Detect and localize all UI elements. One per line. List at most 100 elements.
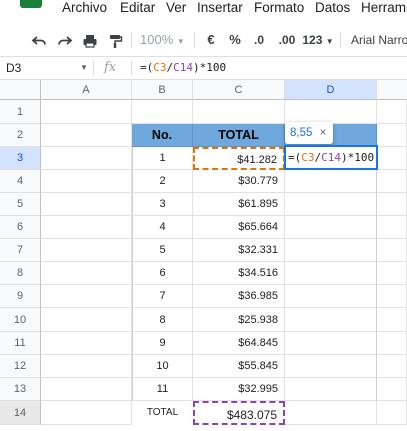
row-header-8[interactable]: 8 [0,262,41,285]
cell-c10[interactable]: $25.938 [193,308,285,332]
cell-a2[interactable] [41,124,132,147]
cell-b10[interactable]: 8 [132,308,193,332]
cell-a1[interactable] [41,100,132,124]
menu-ver[interactable]: Ver [166,0,186,15]
cell-e8[interactable] [377,262,407,285]
select-all-corner[interactable] [0,80,41,100]
row-header-10[interactable]: 10 [0,308,41,332]
menu-editar[interactable]: Editar [120,0,155,15]
row-header-6[interactable]: 6 [0,216,41,239]
cell-b5[interactable]: 3 [132,193,193,216]
cell-a3[interactable] [41,147,132,170]
cell-e2[interactable] [377,124,407,147]
cell-d6[interactable] [285,216,377,239]
cell-e4[interactable] [377,170,407,193]
cell-a9[interactable] [41,285,132,308]
cell-e1[interactable] [377,100,407,124]
cell-a4[interactable] [41,170,132,193]
cell-c3[interactable]: $41.282 [193,147,285,170]
menu-formato[interactable]: Formato [254,0,304,15]
row-header-2[interactable]: 2 [0,124,41,147]
cell-c8[interactable]: $34.516 [193,262,285,285]
row-header-3[interactable]: 3 [0,147,41,170]
menu-insertar[interactable]: Insertar [197,0,243,15]
cell-e10[interactable] [377,308,407,332]
cell-e5[interactable] [377,193,407,216]
cell-a14[interactable] [41,401,132,425]
row-header-5[interactable]: 5 [0,193,41,216]
cell-e14[interactable] [377,401,407,425]
cell-e7[interactable] [377,239,407,262]
cell-a13[interactable] [41,378,132,401]
cell-c7[interactable]: $32.331 [193,239,285,262]
cell-e11[interactable] [377,332,407,355]
cell-e9[interactable] [377,285,407,308]
zoom-select[interactable]: 100% ▼ [140,24,185,56]
print-icon[interactable] [79,24,101,56]
name-box[interactable]: D3 ▼ [0,57,92,79]
cell-c6[interactable]: $65.664 [193,216,285,239]
row-header-11[interactable]: 11 [0,332,41,355]
cell-b14[interactable]: TOTAL [132,401,193,425]
cell-d14[interactable] [285,401,377,425]
menu-datos[interactable]: Datos [315,0,350,15]
cell-d1[interactable] [285,100,377,124]
currency-button[interactable]: € [203,24,219,56]
cell-e13[interactable] [377,378,407,401]
cell-a8[interactable] [41,262,132,285]
cell-d10[interactable] [285,308,377,332]
cell-a10[interactable] [41,308,132,332]
cell-a7[interactable] [41,239,132,262]
cell-b6[interactable]: 4 [132,216,193,239]
row-header-1[interactable]: 1 [0,100,41,124]
cell-d13[interactable] [285,378,377,401]
cell-c4[interactable]: $30.779 [193,170,285,193]
cell-b9[interactable]: 7 [132,285,193,308]
cell-a6[interactable] [41,216,132,239]
increase-decimals-button[interactable]: .00 [275,24,299,56]
cell-b8[interactable]: 6 [132,262,193,285]
cell-b12[interactable]: 10 [132,355,193,378]
paint-format-icon[interactable] [104,24,126,56]
cell-c9[interactable]: $36.985 [193,285,285,308]
cell-c14[interactable]: $483.075 [193,401,285,425]
cell-d5[interactable] [285,193,377,216]
row-header-4[interactable]: 4 [0,170,41,193]
redo-icon[interactable] [54,24,76,56]
cell-a12[interactable] [41,355,132,378]
font-select[interactable]: Arial Narrow [351,24,407,56]
cell-c2[interactable]: TOTAL [193,124,285,147]
cell-d11[interactable] [285,332,377,355]
sheet-grid[interactable]: A B C D 1 2 3 4 5 6 7 8 9 10 11 12 13 14 No. TOTAL 1 $41… [0,80,407,431]
column-header-c[interactable]: C [193,80,285,100]
cell-c13[interactable]: $32.995 [193,378,285,401]
undo-icon[interactable] [28,24,50,56]
decrease-decimals-button[interactable]: .0 [249,24,269,56]
cell-e3[interactable] [377,147,407,170]
cell-a11[interactable] [41,332,132,355]
cell-d8[interactable] [285,262,377,285]
column-header-d[interactable]: D [285,80,377,100]
cell-a5[interactable] [41,193,132,216]
row-header-13[interactable]: 13 [0,378,41,401]
cell-b3[interactable]: 1 [132,147,193,170]
cell-b13[interactable]: 11 [132,378,193,401]
cell-d9[interactable] [285,285,377,308]
cell-e12[interactable] [377,355,407,378]
cell-c5[interactable]: $61.895 [193,193,285,216]
column-header-a[interactable]: A [41,80,132,100]
column-header-e[interactable] [377,80,407,100]
cell-c12[interactable]: $55.845 [193,355,285,378]
cell-d7[interactable] [285,239,377,262]
cell-e6[interactable] [377,216,407,239]
cell-editor[interactable]: =(C3/C14)*100 [284,145,378,170]
cell-b2[interactable]: No. [132,124,193,147]
percent-button[interactable]: % [227,24,243,56]
cell-b7[interactable]: 5 [132,239,193,262]
row-header-14[interactable]: 14 [0,401,41,425]
cell-c11[interactable]: $64.845 [193,332,285,355]
row-header-12[interactable]: 12 [0,355,41,378]
more-formats-button[interactable]: 123 ▼ [302,24,334,56]
column-header-b[interactable]: B [132,80,193,100]
cell-c1[interactable] [193,100,285,124]
